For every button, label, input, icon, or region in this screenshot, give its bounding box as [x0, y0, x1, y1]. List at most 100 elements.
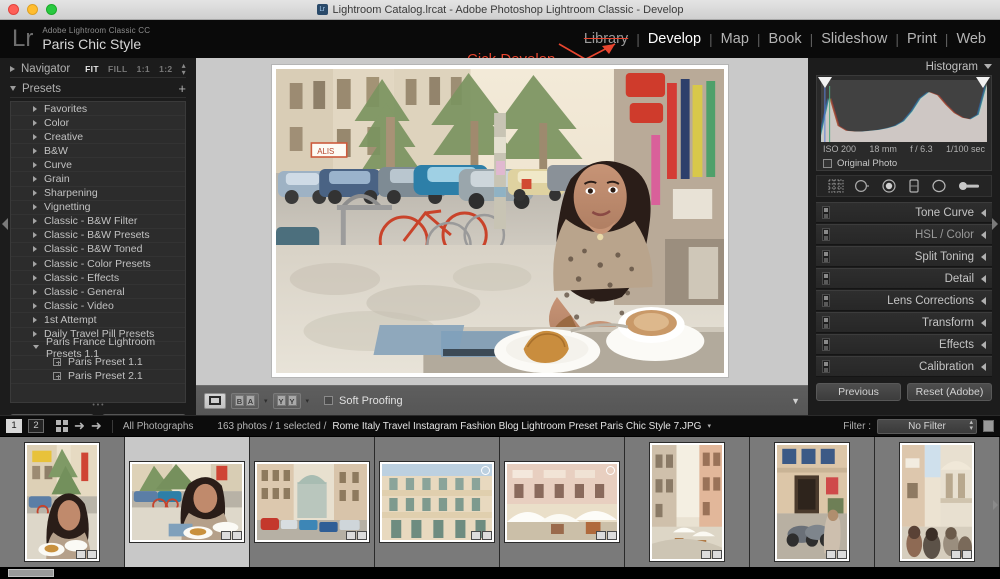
- filmstrip-thumbnail[interactable]: [775, 443, 849, 561]
- flag-circle-icon[interactable]: [606, 466, 615, 475]
- develop-panel-detail[interactable]: Detail: [816, 268, 992, 289]
- zoom-stepper-icon[interactable]: ▴ ▾: [182, 61, 186, 76]
- spot-removal-icon[interactable]: [854, 179, 870, 193]
- back-arrow-icon[interactable]: ➜: [74, 418, 85, 434]
- preset-group-item[interactable]: Paris Preset 2.1: [11, 370, 185, 384]
- navigator-header[interactable]: Navigator FIT FILL 1:1 1:2 ▴ ▾: [10, 60, 186, 78]
- zoom-1-1-button[interactable]: 1:1: [137, 64, 151, 74]
- filmstrip-scrollbar-thumb[interactable]: [8, 569, 54, 577]
- original-photo-control[interactable]: Original Photo: [823, 158, 897, 169]
- histogram-header[interactable]: Histogram: [816, 58, 992, 75]
- thumbnail-badges[interactable]: [951, 550, 972, 559]
- identity-plate[interactable]: Adobe Lightroom Classic CC Paris Chic St…: [42, 26, 150, 51]
- develop-settings-badge-icon[interactable]: [951, 550, 961, 559]
- preset-group-item[interactable]: Classic - B&W Presets: [11, 229, 185, 243]
- filmstrip-thumbnail-cell[interactable]: [125, 437, 250, 567]
- highlight-clipping-indicator[interactable]: [976, 77, 990, 88]
- graduated-filter-icon[interactable]: [907, 179, 921, 193]
- plus-icon[interactable]: +: [178, 82, 186, 95]
- panel-enable-switch[interactable]: [822, 206, 830, 219]
- before-after-button[interactable]: B A: [231, 392, 259, 409]
- filmstrip-thumbnail-cell[interactable]: [250, 437, 375, 567]
- navigator-zoom-controls[interactable]: FIT FILL 1:1 1:2 ▴ ▾: [85, 61, 186, 76]
- filmstrip-source-label[interactable]: All Photographs: [123, 421, 194, 432]
- chevron-left-icon[interactable]: [981, 340, 986, 349]
- develop-settings-badge-icon[interactable]: [346, 531, 356, 540]
- develop-panel-split-toning[interactable]: Split Toning: [816, 246, 992, 267]
- develop-panel-list[interactable]: Tone Curve HSL / Color Split Toning Detail L…: [816, 202, 992, 377]
- preset-group-item[interactable]: 1st Attempt: [11, 313, 185, 328]
- crop-badge-icon[interactable]: [712, 550, 722, 559]
- filmstrip-thumbnail[interactable]: [650, 443, 724, 561]
- module-picker[interactable]: Library | Develop | Map | Book | Slidesh…: [576, 20, 994, 58]
- develop-panel-calibration[interactable]: Calibration: [816, 356, 992, 377]
- panel-enable-switch[interactable]: [822, 360, 830, 373]
- panel-enable-switch[interactable]: [822, 272, 830, 285]
- develop-settings-badge-icon[interactable]: [596, 531, 606, 540]
- chevron-left-icon[interactable]: [981, 362, 986, 371]
- filmstrip-thumbnail[interactable]: [255, 462, 369, 542]
- develop-panel-hsl-color[interactable]: HSL / Color: [816, 224, 992, 245]
- lightroom-logo[interactable]: Lr: [12, 25, 33, 53]
- presets-list[interactable]: Favorites Color Creative B&W Curve Grain Sharp…: [10, 101, 186, 403]
- develop-settings-badge-icon[interactable]: [76, 550, 86, 559]
- thumbnail-badges[interactable]: [596, 531, 617, 540]
- develop-settings-badge-icon[interactable]: [221, 531, 231, 540]
- loupe-view-button[interactable]: [204, 392, 226, 409]
- develop-tool-strip[interactable]: [816, 175, 992, 197]
- module-map[interactable]: Map: [713, 31, 757, 47]
- chevron-left-icon[interactable]: [981, 230, 986, 239]
- shadow-clipping-indicator[interactable]: [818, 77, 832, 88]
- chevron-down-icon[interactable]: [984, 64, 992, 69]
- module-slideshow[interactable]: Slideshow: [813, 31, 895, 47]
- thumbnail-badges[interactable]: [701, 550, 722, 559]
- soft-proofing-control[interactable]: Soft Proofing: [324, 395, 403, 407]
- preset-group-item[interactable]: Classic - Video: [11, 299, 185, 314]
- grid-view-icon[interactable]: [56, 420, 68, 432]
- thumbnail-badges[interactable]: [826, 550, 847, 559]
- preset-group-item[interactable]: Curve: [11, 158, 185, 173]
- filmstrip-thumbnail-cell[interactable]: [0, 437, 125, 567]
- panel-enable-switch[interactable]: [822, 250, 830, 263]
- panel-enable-switch[interactable]: [822, 228, 830, 241]
- zoom-fit-button[interactable]: FIT: [85, 64, 99, 74]
- collapse-right-panel-icon[interactable]: [992, 218, 998, 230]
- filmstrip-thumbnail-cell[interactable]: [875, 437, 1000, 567]
- chevron-left-icon[interactable]: [981, 318, 986, 327]
- filmstrip-scrollbar[interactable]: [0, 567, 1000, 579]
- develop-settings-badge-icon[interactable]: [826, 550, 836, 559]
- crop-badge-icon[interactable]: [962, 550, 972, 559]
- red-eye-correction-icon[interactable]: [881, 179, 897, 193]
- thumbnail-badges[interactable]: [346, 531, 367, 540]
- preset-group-item[interactable]: Classic - Color Presets: [11, 257, 185, 272]
- panel-resize-handle[interactable]: • • •: [10, 402, 186, 409]
- preset-group-item[interactable]: Favorites: [11, 102, 185, 117]
- develop-settings-badge-icon[interactable]: [701, 550, 711, 559]
- filename-dropdown-icon[interactable]: ▾: [707, 422, 711, 430]
- forward-arrow-icon[interactable]: ➜: [91, 418, 102, 434]
- module-web[interactable]: Web: [948, 31, 994, 47]
- module-library[interactable]: Library: [576, 31, 636, 47]
- secondary-display-1-button[interactable]: 1: [6, 419, 22, 433]
- zoom-fill-button[interactable]: FILL: [108, 64, 128, 74]
- chevron-left-icon[interactable]: [981, 296, 986, 305]
- filmstrip-thumbnail[interactable]: [380, 462, 494, 542]
- reset-button[interactable]: Reset (Adobe): [907, 383, 992, 401]
- develop-panel-effects[interactable]: Effects: [816, 334, 992, 355]
- filmstrip[interactable]: [0, 437, 1000, 567]
- adjustment-brush-icon[interactable]: [958, 179, 980, 193]
- crop-badge-icon[interactable]: [837, 550, 847, 559]
- flag-circle-icon[interactable]: [481, 466, 490, 475]
- filmstrip-thumbnail[interactable]: [130, 462, 244, 542]
- filmstrip-thumbnail-cell[interactable]: [625, 437, 750, 567]
- before-after-alt-button[interactable]: Y Y: [272, 392, 301, 409]
- develop-panel-transform[interactable]: Transform: [816, 312, 992, 333]
- thumbnail-badges[interactable]: [76, 550, 97, 559]
- chevron-left-icon[interactable]: [981, 252, 986, 261]
- preset-group-item[interactable]: Grain: [11, 172, 185, 187]
- module-book[interactable]: Book: [761, 31, 810, 47]
- collapse-left-panel-icon[interactable]: [2, 218, 8, 230]
- module-develop[interactable]: Develop: [640, 31, 709, 47]
- filmstrip-thumbnail-cell[interactable]: [750, 437, 875, 567]
- filmstrip-thumbnail-cell[interactable]: [375, 437, 500, 567]
